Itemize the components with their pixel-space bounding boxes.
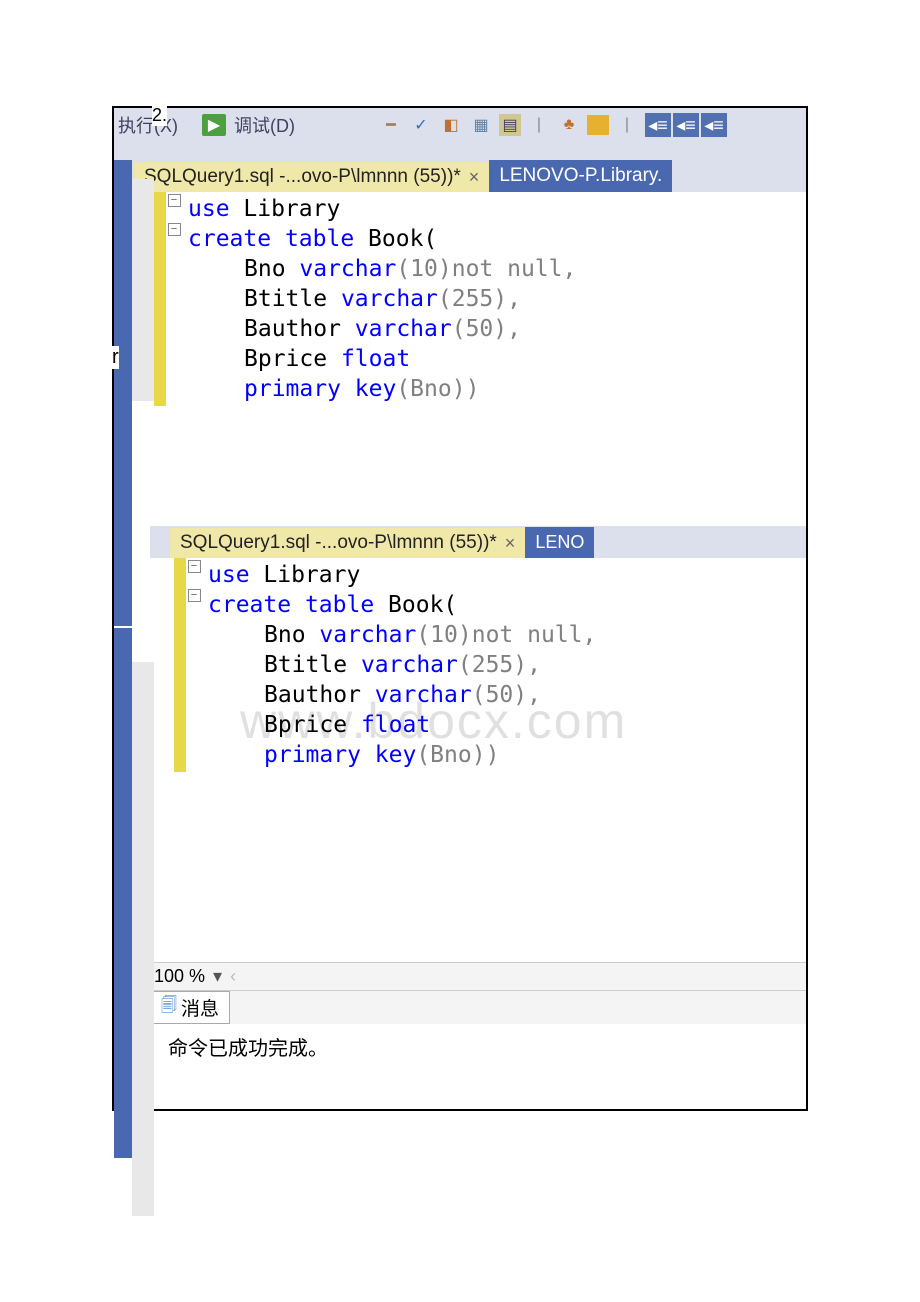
messages-tab-row: 🗐 消息 — [114, 990, 806, 1024]
messages-content: 命令已成功完成。 — [114, 1024, 806, 1069]
fold-gutter: − − — [186, 558, 202, 772]
tab-label: LENO — [535, 532, 584, 552]
code-editor-1[interactable]: − − use Library create table Book( Bno v… — [114, 192, 806, 406]
dash-icon[interactable]: ━ — [379, 114, 403, 136]
grid-icon[interactable]: ▦ — [469, 114, 493, 136]
spacer — [114, 1069, 806, 1109]
change-indicator — [174, 558, 186, 772]
tab-active[interactable]: SQLQuery1.sql -...ovo-P\lmnnn (55))* × — [170, 528, 525, 558]
tab-label: SQLQuery1.sql -...ovo-P\lmnnn (55))* — [144, 166, 461, 188]
tab-inactive[interactable]: LENOVO-P.Library. — [489, 160, 672, 192]
code-editor-2[interactable]: − − use Library create table Book( Bno v… — [114, 558, 806, 772]
change-indicator — [154, 192, 166, 406]
check-icon[interactable]: ✓ — [409, 114, 433, 136]
line-gutter — [132, 662, 154, 1216]
fold-toggle-icon[interactable]: − — [168, 194, 181, 207]
zoom-dropdown-icon[interactable]: ▾ — [213, 966, 222, 987]
menu-debug[interactable]: 调试(D) — [234, 112, 295, 138]
close-icon[interactable]: × — [505, 533, 516, 554]
nav-right-icon[interactable]: ◂≡ — [701, 113, 727, 137]
toolbar-icons: ━ ✓ ◧ ▦ ▤ | ♣ | ◂≡ ◂≡ ◂≡ — [379, 113, 727, 137]
line-gutter — [132, 179, 154, 401]
tree-icon[interactable]: ♣ — [557, 114, 581, 136]
doc-icon[interactable]: ▤ — [499, 114, 521, 136]
close-icon[interactable]: × — [469, 167, 480, 188]
tab-bar-2: SQLQuery1.sql -...ovo-P\lmnnn (55))* × L… — [150, 526, 806, 558]
scroll-left-icon[interactable]: ‹ — [230, 966, 236, 987]
left-sidebar — [114, 628, 132, 1158]
sep-icon: | — [527, 114, 551, 136]
messages-tab[interactable]: 🗐 消息 — [150, 991, 230, 1024]
left-sidebar — [114, 160, 132, 626]
spacer — [114, 772, 806, 962]
tab-label: LENOVO-P.Library. — [499, 165, 662, 186]
tab-label: SQLQuery1.sql -...ovo-P\lmnnn (55))* — [180, 532, 497, 554]
code-content[interactable]: use Library create table Book( Bno varch… — [182, 192, 582, 406]
db-icon[interactable]: ◧ — [439, 114, 463, 136]
tab-inactive[interactable]: LENO — [525, 527, 594, 558]
nav-left-icon[interactable]: ◂≡ — [645, 113, 671, 137]
menu-execute[interactable]: 执行(X) — [118, 112, 178, 138]
item-number: 2. — [152, 105, 167, 126]
sep-icon: | — [615, 114, 639, 136]
messages-icon: 🗐 — [161, 994, 177, 1021]
nav-mid-icon[interactable]: ◂≡ — [673, 113, 699, 137]
spacer — [114, 406, 806, 526]
tab-active[interactable]: SQLQuery1.sql -...ovo-P\lmnnn (55))* × — [134, 162, 489, 192]
messages-tab-label: 消息 — [181, 994, 219, 1021]
code-content[interactable]: use Library create table Book( Bno varch… — [202, 558, 602, 772]
spacer — [114, 142, 806, 160]
fold-toggle-icon[interactable]: − — [188, 560, 201, 573]
toolbar: 执行(X) ▶ 调试(D) ━ ✓ ◧ ▦ ▤ | ♣ | ◂≡ ◂≡ ◂≡ — [114, 108, 806, 142]
zoom-bar: 100 % ▾ ‹ — [114, 962, 806, 990]
fold-toggle-icon[interactable]: − — [188, 589, 201, 602]
zoom-value[interactable]: 100 % — [154, 966, 205, 987]
nav-buttons: ◂≡ ◂≡ ◂≡ — [645, 113, 727, 137]
play-icon[interactable]: ▶ — [202, 114, 226, 136]
stray-char: r — [112, 346, 119, 369]
document-frame: 2. 执行(X) ▶ 调试(D) ━ ✓ ◧ ▦ ▤ | ♣ | ◂≡ ◂≡ ◂… — [112, 106, 808, 1111]
fold-toggle-icon[interactable]: − — [168, 223, 181, 236]
fold-gutter: − − — [166, 192, 182, 406]
folder-icon[interactable] — [587, 115, 609, 135]
tab-bar-1: SQLQuery1.sql -...ovo-P\lmnnn (55))* × L… — [114, 160, 806, 192]
